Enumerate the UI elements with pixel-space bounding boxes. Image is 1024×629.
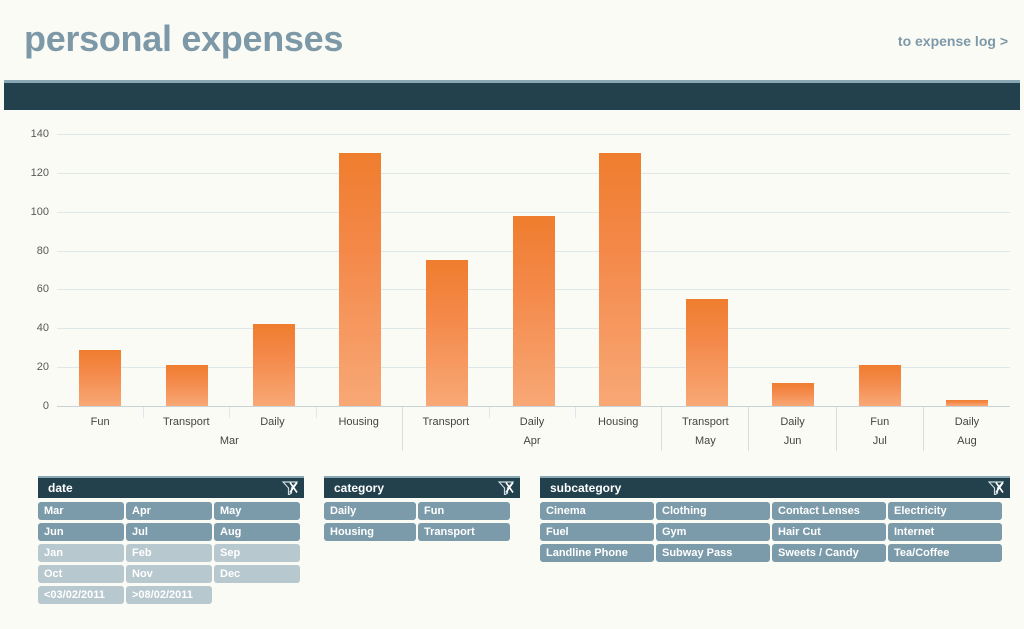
- x-axis-group: Daily Aug: [924, 407, 1010, 451]
- filter-chip[interactable]: May: [214, 502, 300, 520]
- filter-chip[interactable]: Jul: [126, 523, 212, 541]
- filter-panel-header: subcategory: [540, 476, 1010, 498]
- filter-chip-list: Daily Fun Housing Transport: [324, 498, 520, 544]
- filter-chip[interactable]: Aug: [214, 523, 300, 541]
- filter-chip[interactable]: Sweets / Candy: [772, 544, 886, 562]
- bar-slot: [404, 134, 491, 406]
- filter-panel-title: date: [48, 481, 73, 495]
- filter-chip[interactable]: Landline Phone: [540, 544, 654, 562]
- filter-chip[interactable]: Hair Cut: [772, 523, 886, 541]
- filter-chip[interactable]: <03/02/2011: [38, 586, 124, 604]
- filter-chip[interactable]: Transport: [418, 523, 510, 541]
- bar-slot: [57, 134, 144, 406]
- filter-panel-subcategory: subcategory Cinema Clothing Contact Lenses E…: [540, 476, 1010, 565]
- bar-slot: [577, 134, 664, 406]
- filter-chip[interactable]: Electricity: [888, 502, 1002, 520]
- filter-panels: date Mar Apr May Jun Jul Aug Jan Feb Sep Oct Nov Dec…: [0, 476, 1024, 626]
- chart-bars: [57, 134, 1010, 406]
- filter-chip[interactable]: Housing: [324, 523, 416, 541]
- x-axis-group: Transport Daily Housing Apr: [403, 407, 663, 451]
- bar-slot: [144, 134, 231, 406]
- filter-chip[interactable]: Tea/Coffee: [888, 544, 1002, 562]
- chart-bar[interactable]: [685, 299, 728, 406]
- x-axis-group: Fun Jul: [837, 407, 924, 451]
- page-header: personal expenses to expense log >: [0, 0, 1024, 80]
- y-axis-tick-label: 40: [36, 322, 49, 335]
- y-axis-tick-label: 20: [36, 361, 49, 374]
- y-axis-tick-label: 120: [30, 166, 49, 179]
- page-title: personal expenses: [24, 18, 344, 59]
- filter-chip[interactable]: Dec: [214, 565, 300, 583]
- chart-bar[interactable]: [512, 215, 555, 406]
- filter-panel-title: category: [334, 481, 385, 495]
- filter-chip[interactable]: Oct: [38, 565, 124, 583]
- chart-bar[interactable]: [772, 382, 815, 406]
- filter-chip-list: Cinema Clothing Contact Lenses Electricity F…: [540, 498, 1010, 565]
- bar-slot: [490, 134, 577, 406]
- filter-chip[interactable]: Jan: [38, 544, 124, 562]
- x-axis-group-label: Apr: [523, 435, 541, 447]
- chart-x-axis-labels: Fun Transport Daily Housing Mar Transport Dail…: [57, 407, 1010, 451]
- filter-chip[interactable]: Jun: [38, 523, 124, 541]
- chart-bar[interactable]: [165, 365, 208, 406]
- y-axis-tick-label: 140: [30, 128, 49, 140]
- clear-filter-icon[interactable]: [497, 481, 515, 497]
- filter-chip[interactable]: Subway Pass: [656, 544, 770, 562]
- chart-bar[interactable]: [599, 153, 642, 406]
- filter-panel-category: category Daily Fun Housing Transport: [324, 476, 520, 544]
- y-axis-tick-label: 80: [36, 244, 49, 257]
- filter-chip[interactable]: Cinema: [540, 502, 654, 520]
- bar-slot: [663, 134, 750, 406]
- filter-chip-list: Mar Apr May Jun Jul Aug Jan Feb Sep Oct Nov Dec <03/…: [38, 498, 304, 607]
- navigation-bar: [4, 80, 1020, 110]
- bar-slot: [230, 134, 317, 406]
- filter-chip[interactable]: Daily: [324, 502, 416, 520]
- chart-bar[interactable]: [339, 153, 382, 406]
- x-axis-group-label: Jul: [872, 435, 887, 447]
- expense-log-link[interactable]: to expense log >: [898, 33, 1008, 49]
- filter-chip[interactable]: Gym: [656, 523, 770, 541]
- bar-slot: [750, 134, 837, 406]
- bar-slot: [317, 134, 404, 406]
- filter-chip[interactable]: Clothing: [656, 502, 770, 520]
- filter-chip[interactable]: Nov: [126, 565, 212, 583]
- x-axis-group: Transport May: [662, 407, 750, 451]
- x-axis-group: Fun Transport Daily Housing Mar: [57, 407, 403, 451]
- x-axis-group-label: Aug: [957, 435, 977, 447]
- y-axis-tick-label: 60: [36, 283, 49, 296]
- filter-chip[interactable]: Fun: [418, 502, 510, 520]
- filter-panel-header: category: [324, 476, 520, 498]
- x-axis-group-label: Mar: [219, 435, 239, 447]
- chart-bar[interactable]: [425, 260, 468, 406]
- clear-filter-icon[interactable]: [987, 481, 1005, 497]
- chart-plot-area: 140 120 100 80 60 40 20 0: [31, 128, 1010, 412]
- y-axis-tick-label: 0: [42, 400, 49, 412]
- filter-panel-header: date: [38, 476, 304, 498]
- filter-chip[interactable]: Internet: [888, 523, 1002, 541]
- bar-slot: [837, 134, 924, 406]
- x-axis-group-label: Jun: [783, 435, 802, 447]
- expenses-bar-chart: 140 120 100 80 60 40 20 0 Fun Transport Daily Hous…: [0, 124, 1024, 469]
- y-axis-tick-label: 100: [30, 205, 49, 218]
- x-axis-group-label: May: [694, 435, 716, 447]
- chart-bar[interactable]: [859, 365, 902, 406]
- filter-chip[interactable]: Feb: [126, 544, 212, 562]
- filter-chip[interactable]: Mar: [38, 502, 124, 520]
- x-axis-group: Daily Jun: [749, 407, 837, 451]
- filter-chip[interactable]: >08/02/2011: [126, 586, 212, 604]
- chart-bar[interactable]: [79, 349, 122, 406]
- filter-panel-title: subcategory: [550, 481, 622, 495]
- filter-panel-date: date Mar Apr May Jun Jul Aug Jan Feb Sep Oct Nov Dec…: [38, 476, 304, 607]
- bar-slot: [923, 134, 1010, 406]
- filter-chip[interactable]: Sep: [214, 544, 300, 562]
- clear-filter-icon[interactable]: [281, 481, 299, 497]
- filter-chip[interactable]: Contact Lenses: [772, 502, 886, 520]
- filter-chip[interactable]: Fuel: [540, 523, 654, 541]
- filter-chip[interactable]: Apr: [126, 502, 212, 520]
- chart-bar[interactable]: [252, 324, 295, 406]
